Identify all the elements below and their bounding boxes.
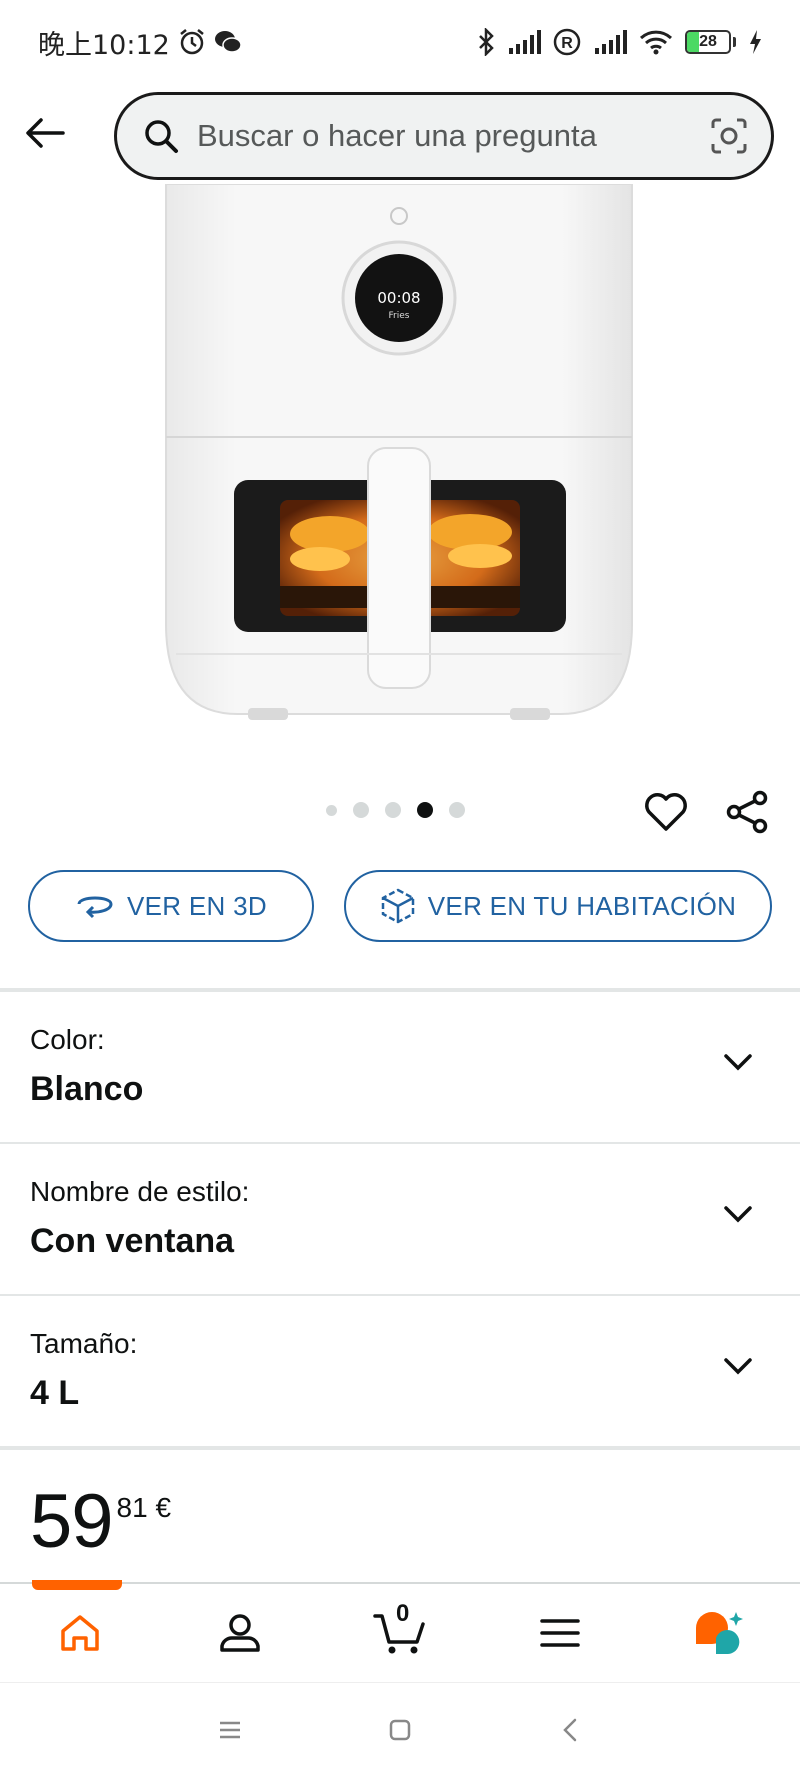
system-back-button[interactable] [550, 1710, 590, 1750]
nav-rufus[interactable] [640, 1584, 800, 1682]
menu-icon [540, 1619, 580, 1647]
variation-color-row[interactable]: Color: Blanco [0, 992, 800, 1142]
variation-size-row[interactable]: Tamaño: 4 L [0, 1296, 800, 1446]
search-icon [141, 116, 181, 156]
variation-value: Con ventana [30, 1222, 235, 1260]
view-in-room-button[interactable]: VER EN TU HABITACIÓN [344, 870, 772, 942]
chevron-down-icon [720, 1348, 756, 1384]
product-image[interactable]: 00:08 Fries [0, 183, 800, 764]
clock: 晚上10:12 [38, 29, 170, 61]
nav-cart[interactable]: 0 [320, 1584, 480, 1682]
rotate-3d-icon [77, 896, 113, 919]
status-left: 晚上10:12 [38, 23, 242, 62]
rufus-icon [696, 1612, 743, 1654]
variation-value: Blanco [30, 1070, 144, 1108]
variation-style-row[interactable]: Nombre de estilo: Con ventana [0, 1144, 800, 1294]
chevron-down-icon [720, 1044, 756, 1080]
carousel-controls [0, 780, 800, 844]
chevron-left-icon [563, 1718, 577, 1742]
share-button[interactable] [722, 786, 774, 838]
home-icon [61, 1615, 99, 1651]
camera-search-icon[interactable] [707, 114, 751, 158]
carousel-dot[interactable] [449, 802, 465, 818]
ar-cube-icon [381, 888, 415, 924]
nav-active-indicator [32, 1580, 122, 1590]
charging-icon [748, 29, 762, 55]
recent-apps-icon [220, 1721, 240, 1739]
arrow-left-icon [26, 118, 65, 148]
chevron-down-icon [720, 1196, 756, 1232]
price: 59 81 € [30, 1482, 171, 1562]
nav-menu[interactable] [480, 1584, 640, 1682]
back-button[interactable] [22, 110, 68, 156]
alarm-icon [178, 28, 206, 56]
carousel-dot[interactable] [326, 804, 337, 816]
roaming-icon: R [553, 28, 581, 56]
share-icon [726, 790, 768, 834]
divider [0, 1446, 800, 1450]
svg-text:R: R [561, 35, 573, 52]
price-fraction: 81 € [116, 1492, 172, 1523]
view-3d-label: VER EN 3D [127, 890, 267, 921]
cart-count: 0 [396, 1600, 410, 1627]
bottom-nav: 0 [0, 1582, 800, 1682]
carousel-dot[interactable] [385, 802, 401, 818]
carousel-dot[interactable] [353, 802, 369, 818]
price-whole: 59 [30, 1479, 114, 1564]
search-input[interactable] [197, 118, 707, 154]
nav-account[interactable] [160, 1584, 320, 1682]
bluetooth-icon [477, 28, 495, 56]
variation-label: Nombre de estilo: [30, 1176, 250, 1207]
system-nav-bar [0, 1682, 800, 1777]
display-mode: Fries [389, 311, 410, 321]
variation-label: Tamaño: [30, 1328, 138, 1359]
search-header [0, 84, 800, 184]
battery-level: 28 [699, 33, 717, 50]
account-icon [220, 1614, 260, 1652]
battery-cap [733, 37, 736, 47]
status-bar: 晚上10:12 R 28 [0, 0, 800, 84]
heart-icon [645, 793, 687, 831]
signal-icon-2 [593, 30, 627, 54]
search-bar[interactable] [114, 92, 774, 180]
variation-value: 4 L [30, 1374, 80, 1412]
variation-label: Color: [30, 1024, 105, 1055]
system-home-button[interactable] [380, 1710, 420, 1750]
status-right: R 28 [477, 28, 762, 56]
square-icon [389, 1719, 411, 1741]
battery-icon: 28 [685, 30, 731, 54]
display-time: 00:08 [377, 289, 420, 307]
carousel-dot-active[interactable] [417, 802, 433, 818]
wechat-icon [214, 29, 242, 55]
wifi-icon [639, 29, 673, 55]
system-menu-button[interactable] [210, 1710, 250, 1750]
carousel-dots[interactable] [326, 802, 465, 818]
view-in-room-label: VER EN TU HABITACIÓN [427, 890, 737, 921]
view-3d-button[interactable]: VER EN 3D [28, 870, 314, 942]
nav-home[interactable] [0, 1584, 160, 1682]
signal-icon [507, 30, 541, 54]
wishlist-button[interactable] [640, 786, 692, 838]
